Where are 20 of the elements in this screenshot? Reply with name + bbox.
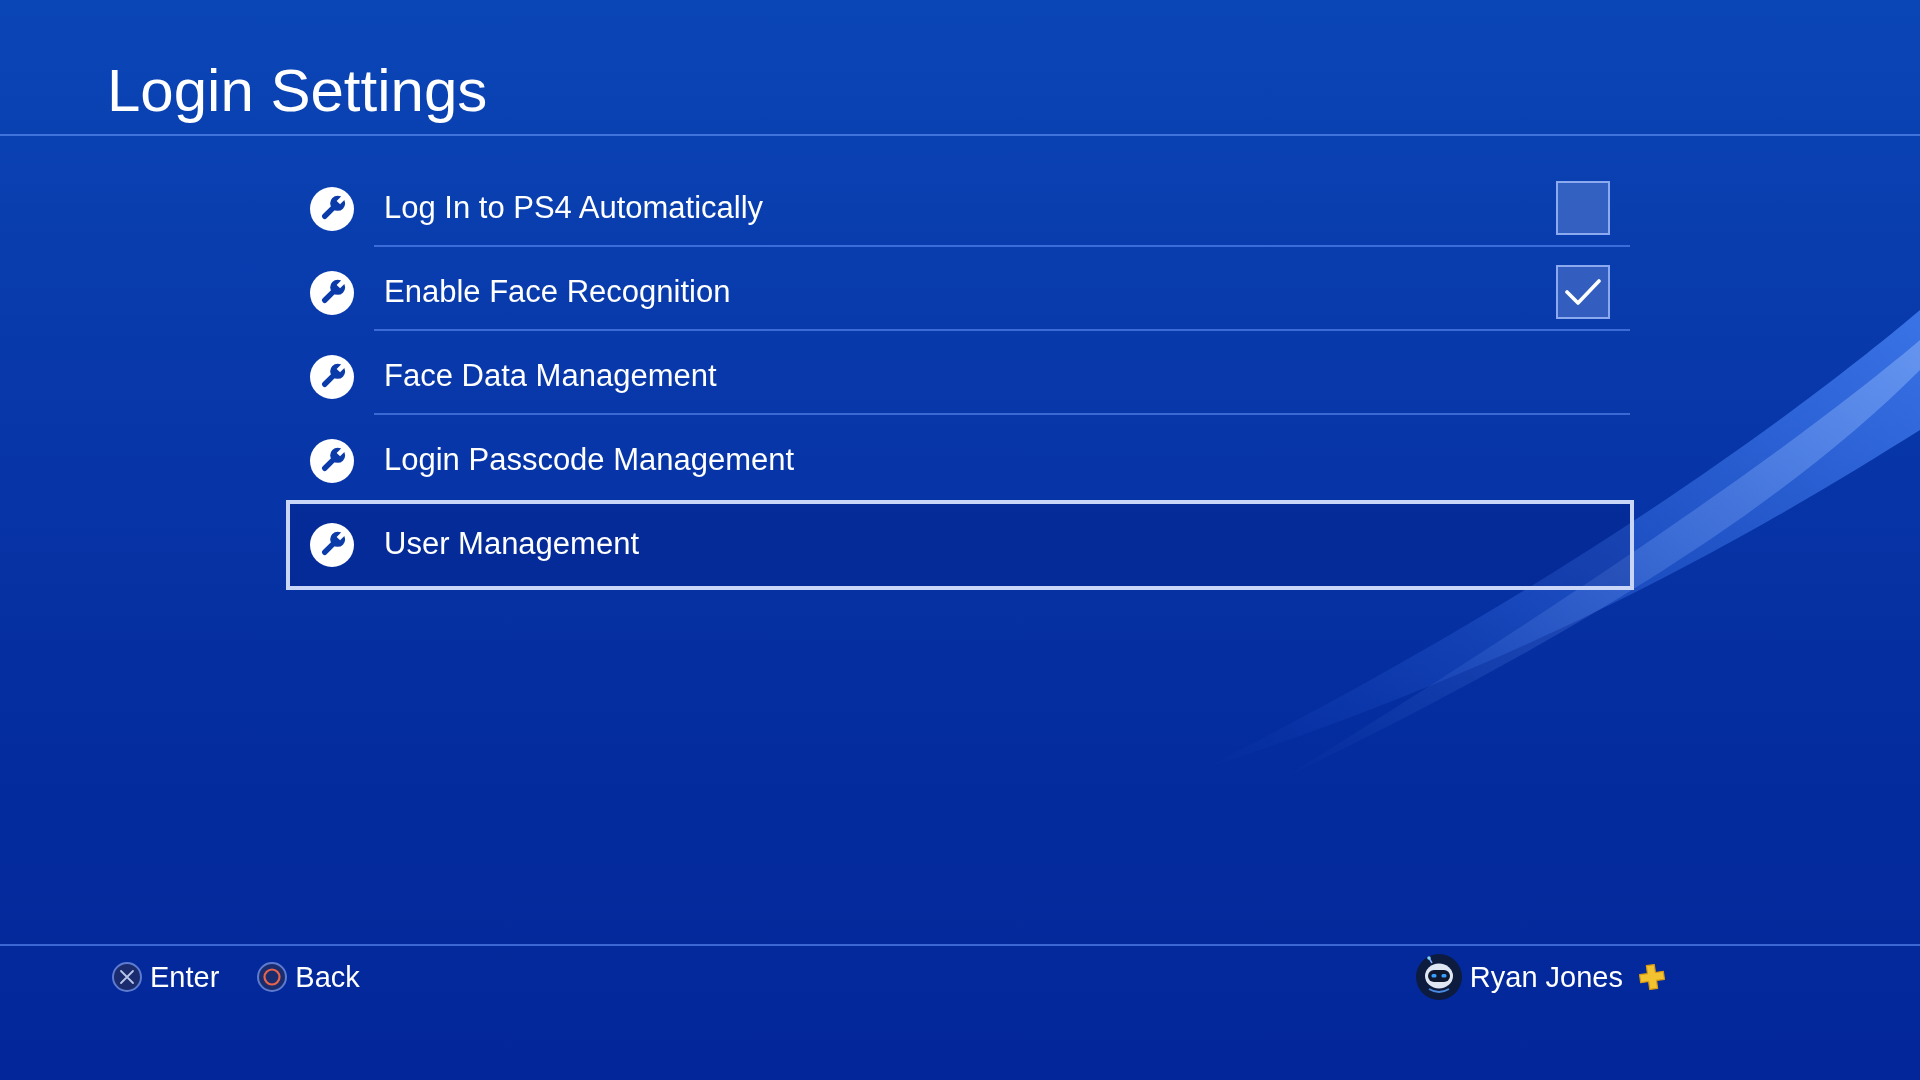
hint-label: Enter [150, 959, 220, 995]
circle-button-icon [257, 962, 288, 992]
checkmark-icon [1565, 278, 1601, 306]
wrench-icon [310, 187, 354, 231]
menu-item[interactable]: Login Passcode Management [286, 419, 1634, 503]
menu-item[interactable]: Face Data Management [286, 335, 1634, 419]
page-title: Login Settings [107, 58, 488, 124]
wrench-icon [310, 439, 354, 483]
cross-button-icon [112, 962, 142, 992]
hint-label: Back [295, 959, 360, 995]
wrench-icon [310, 271, 354, 315]
wrench-icon [310, 355, 354, 399]
user-name: Ryan Jones [1469, 959, 1623, 995]
wrench-icon [310, 523, 354, 567]
robot-avatar-icon [1415, 954, 1462, 1000]
menu-item[interactable]: User Management [286, 500, 1634, 590]
menu-item[interactable]: Log In to PS4 Automatically [286, 167, 1634, 251]
menu-item[interactable]: Enable Face Recognition [286, 251, 1634, 335]
checkbox[interactable] [1556, 265, 1610, 319]
checkbox[interactable] [1556, 181, 1610, 235]
